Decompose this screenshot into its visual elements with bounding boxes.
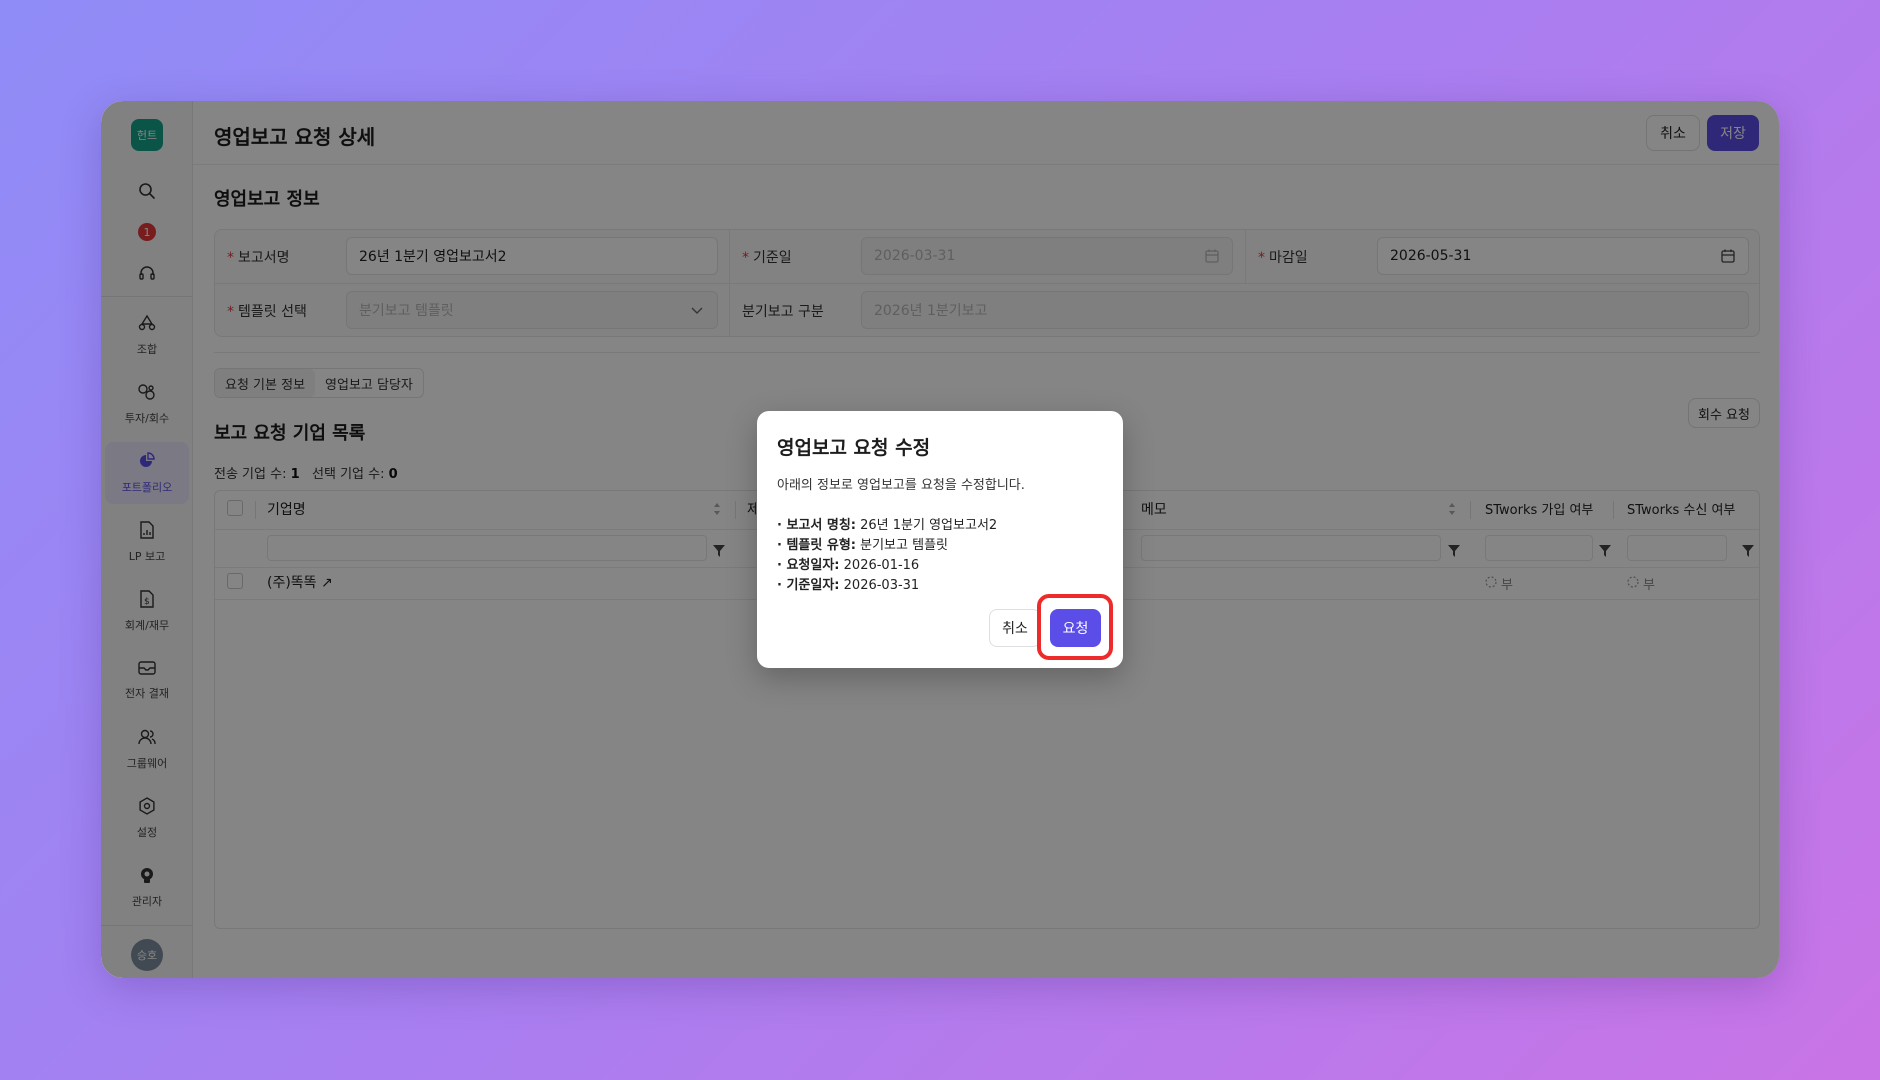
modal-detail-report-name: · 보고서 명칭: 26년 1분기 영업보고서2 [777, 518, 998, 533]
highlight-annotation [1037, 594, 1113, 660]
modal-title: 영업보고 요청 수정 [777, 437, 931, 459]
modal-detail-base-date: · 기준일자: 2026-03-31 [777, 578, 920, 593]
modal-cancel-button[interactable]: 취소 [989, 609, 1041, 647]
modal-detail-template: · 템플릿 유형: 분기보고 템플릿 [777, 538, 948, 553]
request-edit-modal: 영업보고 요청 수정 아래의 정보로 영업보고를 요청을 수정합니다. · 보고… [757, 411, 1123, 668]
modal-description: 아래의 정보로 영업보고를 요청을 수정합니다. [777, 478, 1025, 493]
modal-detail-request-date: · 요청일자: 2026-01-16 [777, 558, 920, 573]
